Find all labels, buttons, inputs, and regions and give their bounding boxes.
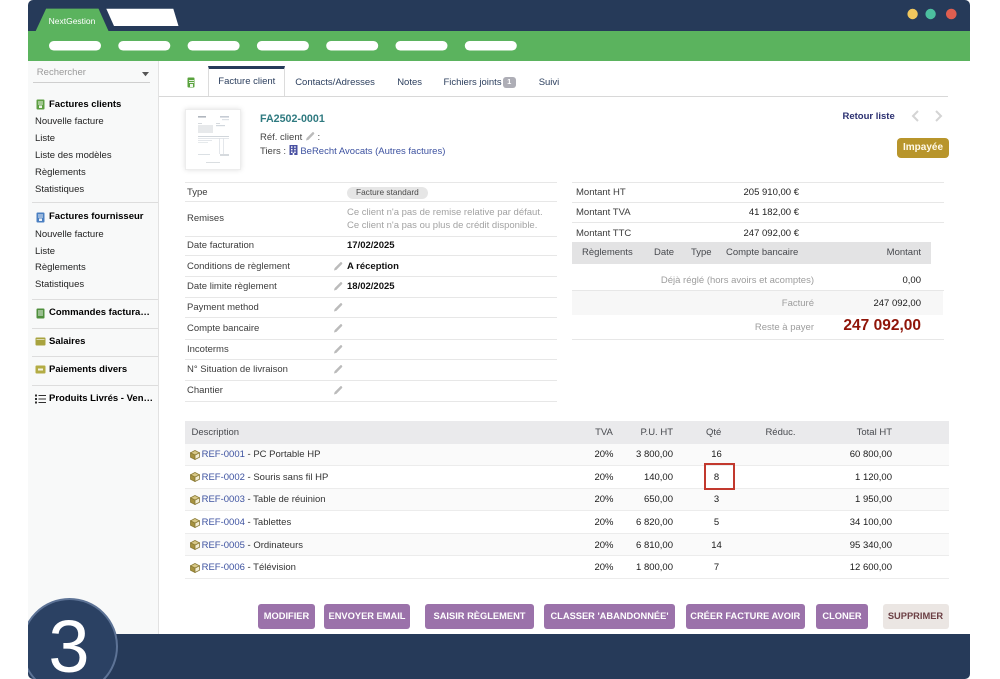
svg-text:NextGestion: NextGestion [49, 16, 96, 26]
